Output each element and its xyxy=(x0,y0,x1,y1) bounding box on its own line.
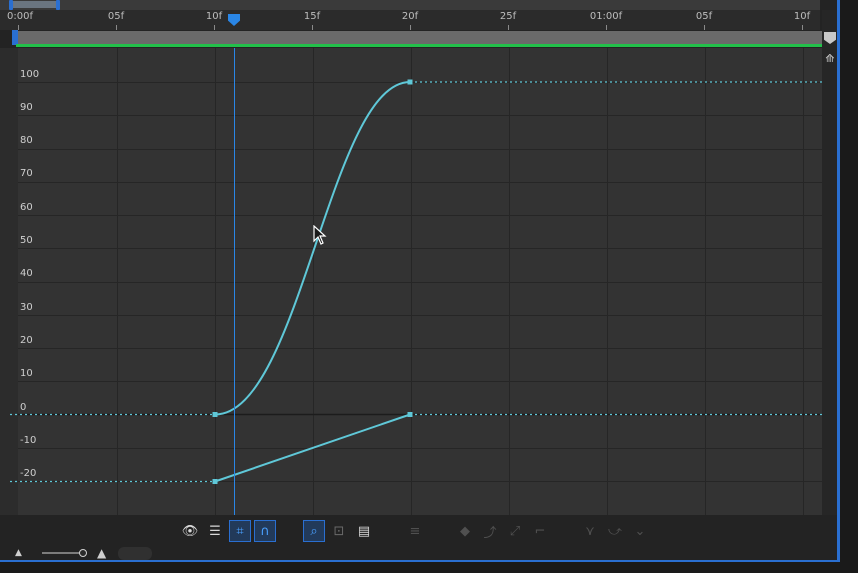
zoom-scrollbar[interactable] xyxy=(118,547,152,560)
y-axis-label: 0 xyxy=(20,402,27,413)
time-ruler-tick-label: 05f xyxy=(107,11,125,22)
time-ruler-tick xyxy=(508,25,509,30)
time-ruler-tick xyxy=(704,25,705,30)
hold-keyframe-icon[interactable]: ◆ xyxy=(455,521,475,541)
zoom-slider-thumb[interactable] xyxy=(79,549,87,557)
time-ruler-tick xyxy=(606,25,607,30)
fit-selection-icon[interactable]: ⌕ xyxy=(303,520,325,542)
graph-type-options-icon[interactable]: ☰ xyxy=(205,521,225,541)
time-ruler-tick-label: 0:00f xyxy=(7,11,33,22)
transform-box-icon[interactable]: ⌗ xyxy=(229,520,251,542)
mouse-pointer-icon xyxy=(313,225,327,245)
y-axis-label: 20 xyxy=(20,335,33,346)
time-navigator-range[interactable] xyxy=(9,1,59,8)
edit-keyframe-icon[interactable]: ≡ xyxy=(405,521,425,541)
time-navigator[interactable] xyxy=(0,0,820,10)
time-ruler-tick-label: 01:00f xyxy=(589,11,623,22)
y-axis-label: 10 xyxy=(20,368,33,379)
y-axis-label: 40 xyxy=(20,268,33,279)
value-graph[interactable] xyxy=(0,48,822,515)
show-properties-icon[interactable]: 👁 xyxy=(180,521,200,541)
y-axis-label: 70 xyxy=(20,168,33,179)
y-axis-label: -10 xyxy=(20,435,37,446)
time-ruler-tick-label: 25f xyxy=(499,11,517,22)
right-scroll-strip[interactable] xyxy=(822,10,837,515)
fit-all-icon[interactable]: ⊡ xyxy=(329,521,349,541)
easy-ease-icon[interactable]: ⌐ xyxy=(530,521,550,541)
zoom-out-icon[interactable]: ▲ xyxy=(15,548,22,558)
y-axis-label: 90 xyxy=(20,102,33,113)
easy-ease-both-icon[interactable]: ⌄ xyxy=(630,521,650,541)
window-background xyxy=(840,0,858,573)
keyframe-handle[interactable] xyxy=(212,412,218,417)
graph-left-margin xyxy=(0,48,18,515)
time-ruler[interactable]: 0:00f 05f 10f 15f 20f 25f 01:00f 05f 10f xyxy=(0,10,820,30)
time-ruler-tick-label: 10f xyxy=(205,11,223,22)
graph-editor-panel: 0:00f 05f 10f 15f 20f 25f 01:00f 05f 10f… xyxy=(0,0,858,573)
time-ruler-tick xyxy=(410,25,411,30)
work-area-bar[interactable] xyxy=(14,31,822,44)
easy-ease-out-icon[interactable]: ⤻ xyxy=(605,521,625,541)
window-background xyxy=(0,562,858,573)
linear-keyframe-icon[interactable]: ⤴ xyxy=(480,521,500,541)
zoom-slider-track[interactable] xyxy=(42,552,84,554)
keyframe-handle[interactable] xyxy=(407,79,413,85)
y-axis-label: 60 xyxy=(20,202,33,213)
zoom-in-icon[interactable]: ▲ xyxy=(97,546,106,560)
auto-bezier-keyframe-icon[interactable]: ⤢ xyxy=(505,521,525,541)
keyframe-handle[interactable] xyxy=(407,412,413,417)
y-axis-label: 30 xyxy=(20,302,33,313)
snap-icon[interactable]: ∩ xyxy=(254,520,276,542)
time-ruler-tick xyxy=(312,25,313,30)
time-ruler-tick-label: 10f xyxy=(793,11,811,22)
time-ruler-tick xyxy=(802,25,803,30)
keyframe-handle[interactable] xyxy=(212,479,218,484)
time-navigator-start-handle[interactable] xyxy=(9,0,13,10)
time-navigator-end-handle[interactable] xyxy=(56,0,60,10)
time-ruler-tick xyxy=(214,25,215,30)
y-axis-label: 50 xyxy=(20,235,33,246)
time-ruler-tick xyxy=(18,25,19,30)
time-ruler-tick-label: 05f xyxy=(695,11,713,22)
time-ruler-tick-label: 15f xyxy=(303,11,321,22)
work-area-end-bar xyxy=(16,44,822,47)
separate-dimensions-icon[interactable]: ▤ xyxy=(354,521,374,541)
easy-ease-in-icon[interactable]: ⋎ xyxy=(580,521,600,541)
y-axis-label: 100 xyxy=(20,69,40,80)
y-axis-label: 80 xyxy=(20,135,33,146)
work-area-start-handle[interactable] xyxy=(12,30,18,45)
time-ruler-tick xyxy=(116,25,117,30)
y-axis-label: -20 xyxy=(20,468,37,479)
comp-marker-bin-icon[interactable]: ⟰ xyxy=(824,53,836,65)
time-ruler-tick-label: 20f xyxy=(401,11,419,22)
